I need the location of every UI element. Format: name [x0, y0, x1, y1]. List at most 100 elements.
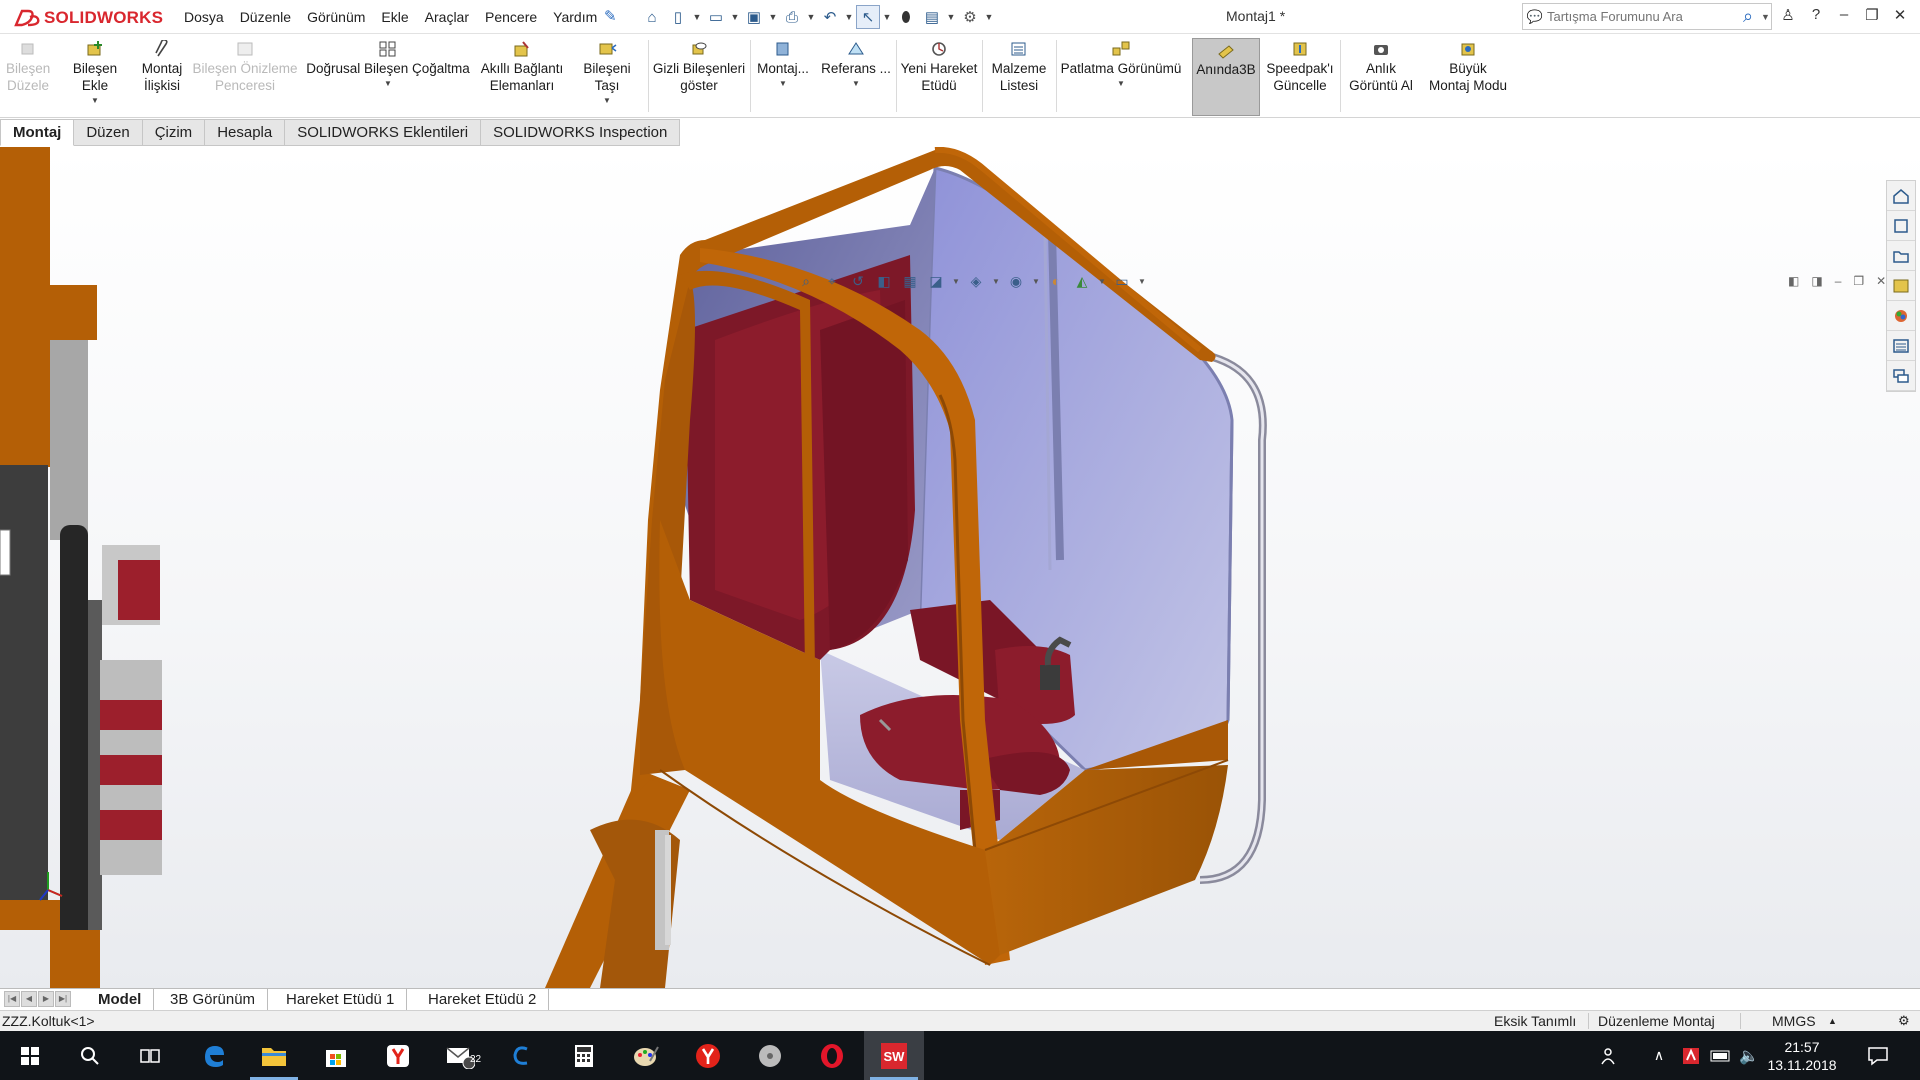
first-tab-icon[interactable]: |◀: [4, 991, 20, 1007]
viewport-tile-right-icon[interactable]: ◨: [1811, 274, 1822, 288]
undo-dropdown-icon[interactable]: ▼: [844, 5, 854, 29]
large-assembly-mode-button[interactable]: Büyük Montaj Modu: [1422, 40, 1514, 94]
edit-component-button[interactable]: Bileşen Düzele: [6, 40, 50, 94]
properties-dropdown-icon[interactable]: ▼: [946, 5, 956, 29]
display-style-dropdown-icon[interactable]: ▼: [992, 271, 1000, 291]
zoom-to-area-icon[interactable]: ⌖: [822, 271, 842, 291]
cortana-app-icon[interactable]: [492, 1031, 552, 1080]
tab-montaj[interactable]: Montaj: [0, 119, 75, 146]
exploded-view-button[interactable]: Patlatma Görünümü ▼: [1058, 40, 1184, 89]
minimize-icon[interactable]: –: [1836, 6, 1852, 24]
close-icon[interactable]: ✕: [1892, 6, 1908, 24]
reference-geometry-dropdown-icon[interactable]: ▼: [816, 79, 896, 89]
menu-pencere[interactable]: Pencere: [477, 7, 545, 27]
assembly-features-button[interactable]: Montaj... ▼: [754, 40, 812, 89]
tab-duzen[interactable]: Düzen: [74, 119, 143, 146]
display-style-icon[interactable]: ◈: [966, 271, 986, 291]
viewport-close-icon[interactable]: ✕: [1876, 274, 1886, 288]
hide-show-items-icon[interactable]: ◉: [1006, 271, 1026, 291]
hide-show-dropdown-icon[interactable]: ▼: [1032, 271, 1040, 291]
search-icon[interactable]: ⌕: [1735, 6, 1761, 27]
file-explorer-icon[interactable]: [1887, 241, 1915, 271]
view-settings-dropdown-icon[interactable]: ▼: [1138, 271, 1146, 291]
paint-icon[interactable]: [616, 1031, 676, 1080]
antivirus-tray-icon[interactable]: [1676, 1031, 1706, 1080]
scene-dropdown-icon[interactable]: ▼: [1098, 271, 1106, 291]
taskbar-search-icon[interactable]: [60, 1031, 120, 1080]
options-dropdown-icon[interactable]: ▼: [984, 5, 994, 29]
menu-araclar[interactable]: Araçlar: [417, 7, 477, 27]
people-icon[interactable]: [1590, 1031, 1630, 1080]
solidworks-taskbar-icon[interactable]: SW: [864, 1031, 924, 1080]
tab-model[interactable]: Model: [86, 989, 155, 1010]
prev-tab-icon[interactable]: ◀: [21, 991, 37, 1007]
view-palette-icon[interactable]: [1887, 271, 1915, 301]
dynamic-annotation-icon[interactable]: ▦: [900, 271, 920, 291]
disc-app-icon[interactable]: [740, 1031, 800, 1080]
menu-ekle[interactable]: Ekle: [373, 7, 416, 27]
open-dropdown-icon[interactable]: ▼: [730, 5, 740, 29]
next-tab-icon[interactable]: ▶: [38, 991, 54, 1007]
view-orientation-dropdown-icon[interactable]: ▼: [952, 271, 960, 291]
tab-motion-study-2[interactable]: Hareket Etüdü 2: [416, 989, 550, 1010]
tab-eklentiler[interactable]: SOLIDWORKS Eklentileri: [285, 119, 482, 146]
file-properties-icon[interactable]: ▤: [920, 5, 944, 29]
smart-fasteners-button[interactable]: Akıllı Bağlantı Elemanları: [478, 40, 566, 94]
instant3d-button[interactable]: Anında3B: [1192, 38, 1260, 116]
tab-motion-study-1[interactable]: Hareket Etüdü 1: [274, 989, 408, 1010]
insert-component-button[interactable]: Bileşen Ekle ▼: [58, 40, 132, 106]
menu-gorunum[interactable]: Görünüm: [299, 7, 373, 27]
save-icon[interactable]: ▣: [742, 5, 766, 29]
update-speedpak-button[interactable]: Speedpak'ı Güncelle: [1264, 40, 1336, 94]
move-component-button[interactable]: Bileşeni Taşı ▼: [570, 40, 644, 106]
task-view-icon[interactable]: [120, 1031, 180, 1080]
tab-cizim[interactable]: Çizim: [142, 119, 206, 146]
help-icon[interactable]: ?: [1808, 6, 1824, 24]
reference-geometry-button[interactable]: Referans ... ▼: [816, 40, 896, 89]
bill-of-materials-button[interactable]: Malzeme Listesi: [986, 40, 1052, 94]
component-preview-window-button[interactable]: Bileşen Önizleme Penceresi: [192, 40, 298, 94]
graphics-area[interactable]: ⌕ ⌖ ↺ ◧ ▦ ◪ ▼ ◈ ▼ ◉ ▼ ◐ ◭ ▼ ▭ ▼ ◧ ◨ – ❐ …: [0, 147, 1920, 988]
units-dropdown-icon[interactable]: ▲: [1828, 1016, 1837, 1026]
solidworks-logo[interactable]: SOLIDWORKS: [12, 6, 163, 30]
exploded-view-dropdown-icon[interactable]: ▼: [1058, 79, 1184, 89]
linear-pattern-dropdown-icon[interactable]: ▼: [304, 79, 472, 89]
appearances-icon[interactable]: [1887, 301, 1915, 331]
tab-hesapla[interactable]: Hesapla: [205, 119, 286, 146]
viewport-minimize-icon[interactable]: –: [1835, 274, 1842, 288]
linear-component-pattern-button[interactable]: Doğrusal Bileşen Çoğaltma ▼: [304, 40, 472, 89]
forum-icon[interactable]: [1887, 361, 1915, 391]
rebuild-status-icon[interactable]: ⚙: [1898, 1013, 1910, 1029]
edit-appearance-icon[interactable]: ◐: [1046, 271, 1066, 291]
new-motion-study-button[interactable]: Yeni Hareket Etüdü: [900, 40, 978, 94]
yandex-app-icon[interactable]: [678, 1031, 738, 1080]
menu-duzenle[interactable]: Düzenle: [232, 7, 299, 27]
viewport-tile-left-icon[interactable]: ◧: [1788, 274, 1799, 288]
home-icon[interactable]: ⌂: [640, 5, 664, 29]
tab-inspection[interactable]: SOLIDWORKS Inspection: [481, 119, 681, 146]
search-input[interactable]: [1547, 9, 1735, 24]
print-dropdown-icon[interactable]: ▼: [806, 5, 816, 29]
yandex-browser-icon[interactable]: [368, 1031, 428, 1080]
zoom-to-fit-icon[interactable]: ⌕: [796, 271, 816, 291]
mail-icon[interactable]: 22: [430, 1031, 490, 1080]
user-icon[interactable]: ♙: [1780, 6, 1796, 24]
apply-scene-icon[interactable]: ◭: [1072, 271, 1092, 291]
save-dropdown-icon[interactable]: ▼: [768, 5, 778, 29]
menu-dosya[interactable]: Dosya: [176, 7, 232, 27]
edge-browser-icon[interactable]: [184, 1031, 244, 1080]
menu-yardim[interactable]: Yardım: [545, 7, 605, 27]
print-icon[interactable]: ⎙: [780, 5, 804, 29]
take-snapshot-button[interactable]: Anlık Görüntü Al: [1344, 40, 1418, 94]
unit-system-status[interactable]: MMGS: [1772, 1013, 1816, 1029]
opera-browser-icon[interactable]: [802, 1031, 862, 1080]
view-orientation-icon[interactable]: ◪: [926, 271, 946, 291]
select-dropdown-icon[interactable]: ▼: [882, 5, 892, 29]
action-center-icon[interactable]: [1848, 1031, 1908, 1080]
volume-icon[interactable]: 🔈: [1734, 1031, 1764, 1080]
select-cursor-icon[interactable]: ↖: [856, 5, 880, 29]
show-hidden-components-button[interactable]: Gizli Bileşenleri göster: [652, 40, 746, 94]
system-clock[interactable]: 21:57 13.11.2018: [1762, 1038, 1842, 1074]
last-tab-icon[interactable]: ▶|: [55, 991, 71, 1007]
microsoft-store-icon[interactable]: [306, 1031, 366, 1080]
